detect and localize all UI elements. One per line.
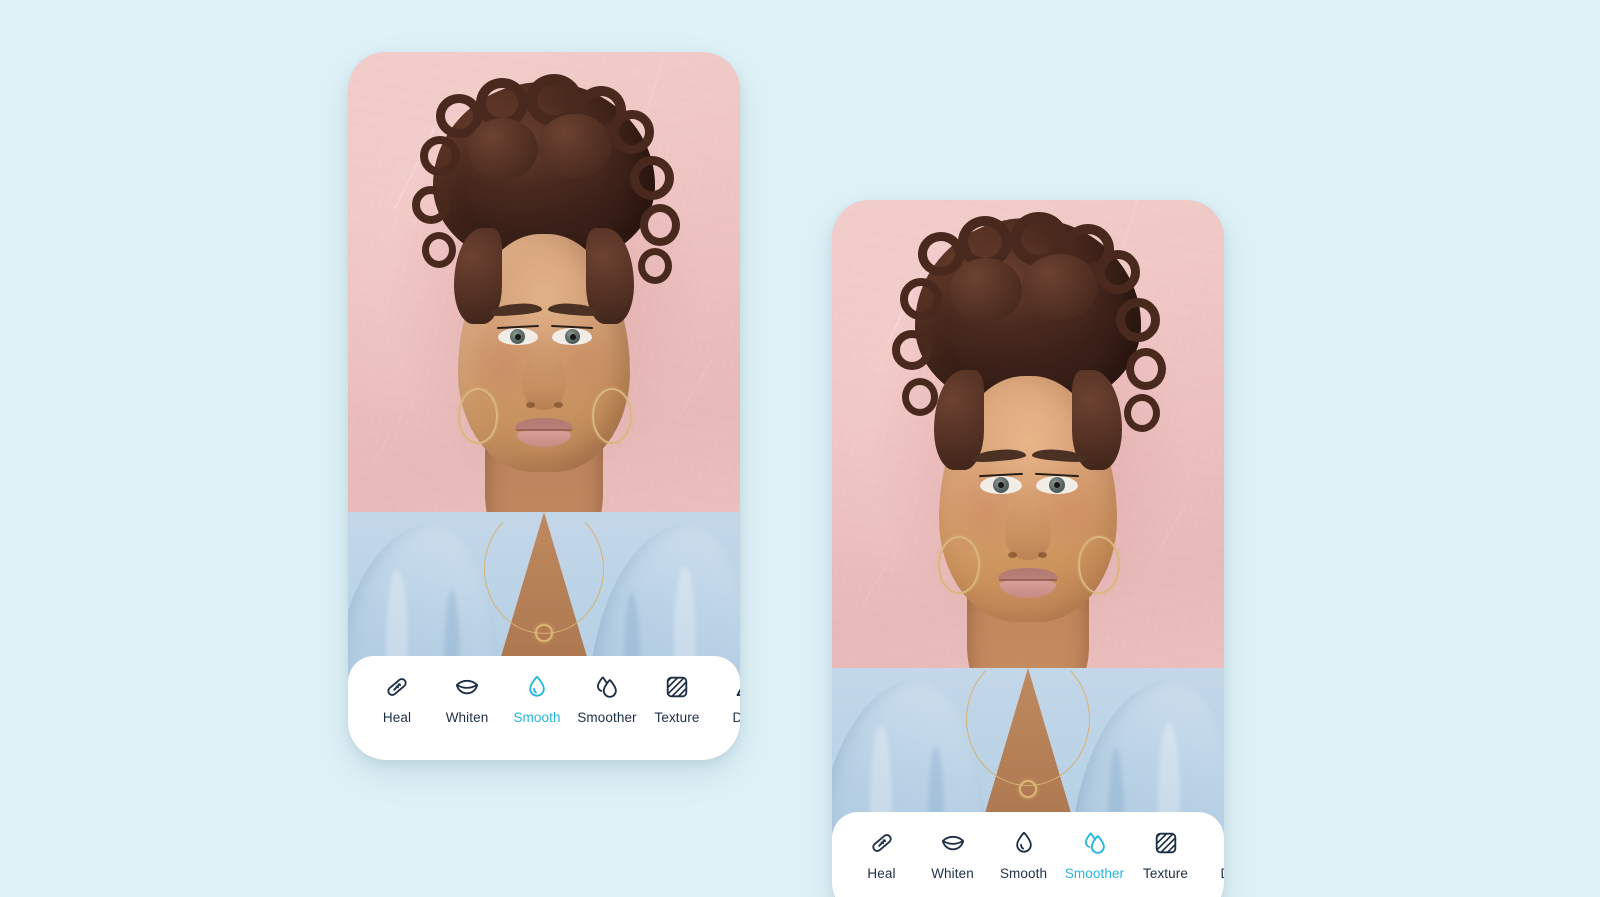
tool-texture[interactable]: Texture bbox=[1130, 830, 1201, 881]
tool-label: Smoother bbox=[1064, 866, 1125, 881]
tool-smoother[interactable]: Smoother bbox=[1059, 830, 1130, 881]
tool-smoother[interactable]: Smoother bbox=[572, 674, 642, 725]
canvas: Heal Whiten Smooth Smoother Texture D He… bbox=[0, 0, 1600, 897]
earring-right bbox=[592, 388, 632, 444]
tool-label: Texture bbox=[654, 710, 700, 725]
bandage-icon bbox=[387, 678, 407, 696]
droplet-icon bbox=[1015, 831, 1032, 853]
photo-preview-right[interactable] bbox=[832, 200, 1224, 897]
smile-teeth-icon bbox=[455, 679, 479, 695]
tool-label: Detai bbox=[1220, 866, 1224, 881]
nose bbox=[1005, 496, 1051, 560]
tool-smooth[interactable]: Smooth bbox=[988, 830, 1059, 881]
edit-toolbar-left: Heal Whiten Smooth Smoother Texture D bbox=[348, 656, 740, 760]
photo-preview-left[interactable] bbox=[348, 52, 740, 760]
photo-subject bbox=[832, 200, 1224, 897]
edit-toolbar-right: Heal Whiten Smooth Smoother Texture bbox=[832, 812, 1224, 897]
hatched-square-icon bbox=[1155, 832, 1176, 854]
tool-label: Smoother bbox=[577, 710, 637, 725]
eye-right bbox=[1036, 476, 1078, 494]
tool-label: Deta bbox=[732, 710, 740, 725]
earring-left bbox=[938, 536, 980, 594]
bandage-icon bbox=[871, 834, 892, 852]
tool-label: Smooth bbox=[513, 710, 561, 725]
tool-label: Whiten bbox=[445, 710, 489, 725]
tool-label: Texture bbox=[1143, 866, 1188, 881]
tool-label: Smooth bbox=[999, 866, 1048, 881]
earring-right bbox=[1078, 536, 1120, 594]
nose bbox=[522, 348, 566, 410]
hatched-square-icon bbox=[666, 676, 688, 698]
necklace-chain bbox=[966, 652, 1090, 786]
phone-left: Heal Whiten Smooth Smoother Texture D bbox=[348, 52, 740, 760]
double-droplet-icon bbox=[596, 676, 617, 698]
tool-detai[interactable]: Detai bbox=[1201, 830, 1224, 881]
necklace-pendant bbox=[1019, 780, 1037, 798]
photo-subject bbox=[348, 52, 740, 760]
eye-left bbox=[498, 328, 538, 345]
tool-whiten[interactable]: Whiten bbox=[917, 830, 988, 881]
smile-teeth-icon bbox=[941, 835, 964, 851]
tool-heal[interactable]: Heal bbox=[846, 830, 917, 881]
tool-label: Heal bbox=[382, 710, 412, 725]
tool-texture[interactable]: Texture bbox=[642, 674, 712, 725]
droplet-icon bbox=[529, 675, 545, 697]
layers-triangle-icon bbox=[736, 688, 740, 696]
necklace-chain bbox=[484, 504, 604, 634]
tool-label: Whiten bbox=[931, 866, 974, 881]
necklace-pendant bbox=[535, 624, 553, 642]
tool-whiten[interactable]: Whiten bbox=[432, 674, 502, 725]
phone-right: Heal Whiten Smooth Smoother Texture bbox=[832, 200, 1224, 897]
tool-deta[interactable]: Deta bbox=[712, 674, 740, 725]
earring-left bbox=[458, 388, 498, 444]
double-droplet-icon bbox=[1084, 832, 1105, 854]
tool-label: Heal bbox=[867, 866, 896, 881]
eye-left bbox=[980, 476, 1022, 494]
eye-right bbox=[552, 328, 592, 345]
tool-heal[interactable]: Heal bbox=[362, 674, 432, 725]
tool-smooth[interactable]: Smooth bbox=[502, 674, 572, 725]
